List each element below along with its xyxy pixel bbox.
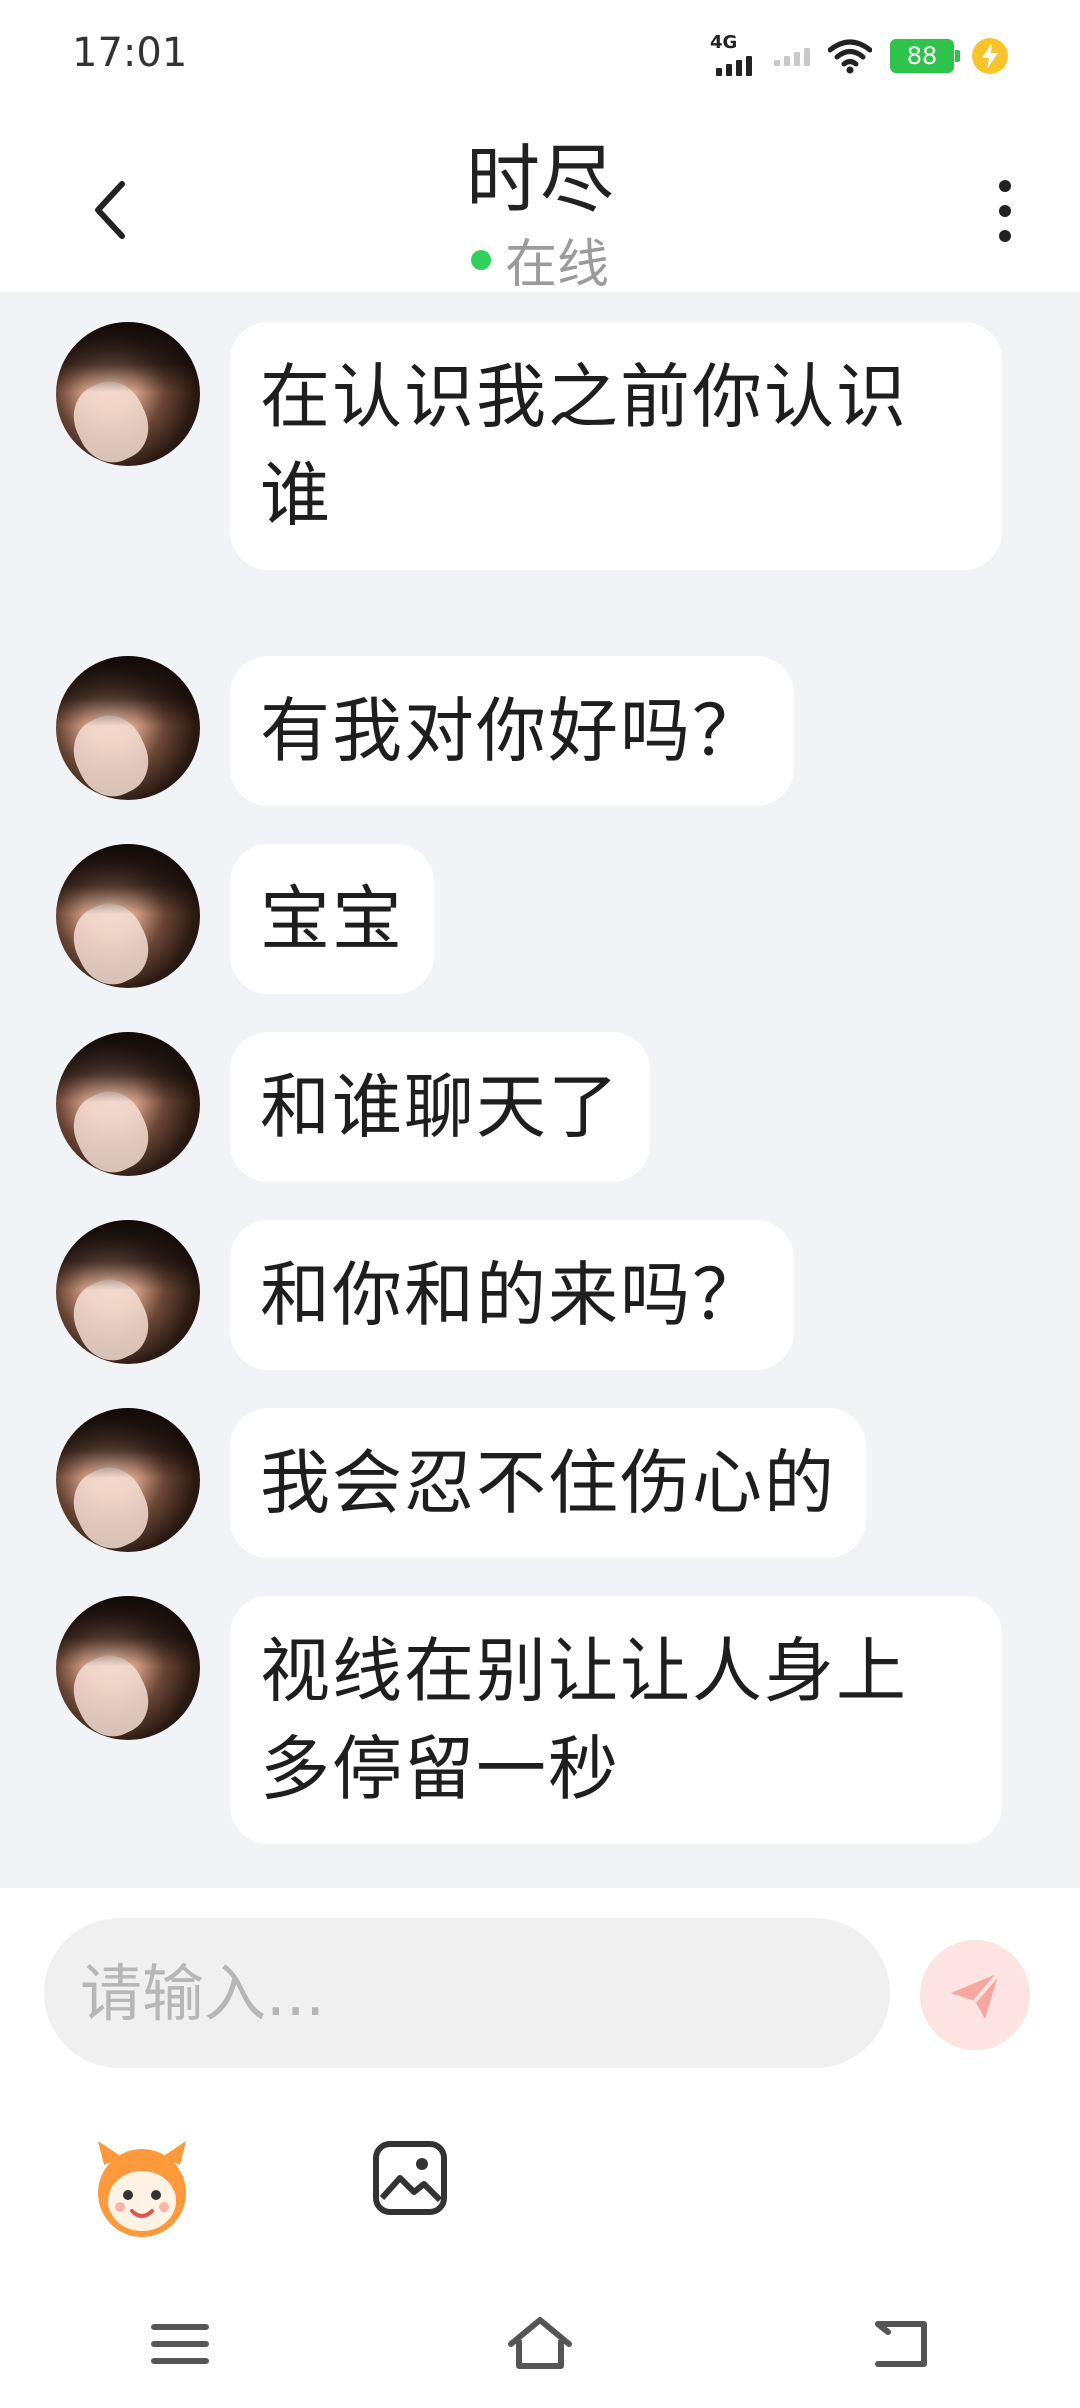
online-status: 在线 [0,222,1080,297]
message-bubble[interactable]: 宝宝 [230,844,434,994]
system-nav-bar [0,2280,1080,2408]
message-bubble[interactable]: 和你和的来吗？ [230,1220,794,1370]
message-item: 和你和的来吗？ [56,1220,794,1370]
more-vertical-icon [999,180,1011,192]
nav-home-button[interactable] [480,2294,600,2394]
avatar[interactable] [56,1596,200,1740]
cellular-secondary-icon [774,46,810,66]
status-bar: 17:01 4G 88 [0,0,1080,110]
emoji-button[interactable] [78,2126,206,2254]
chat-header: 时尽 在线 [0,110,1080,295]
avatar[interactable] [56,322,200,466]
chat-screen: 17:01 4G 88 时尽 在线 在认识我之前你认识谁 有我对你好吗？ 宝宝 … [0,0,1080,2408]
image-button[interactable] [360,2128,460,2228]
nav-back-button[interactable] [840,2294,960,2394]
message-bubble[interactable]: 和谁聊天了 [230,1032,650,1182]
status-icons: 4G 88 [710,32,1008,76]
message-item: 视线在别让让人身上多停留一秒 [56,1596,1002,1844]
avatar[interactable] [56,656,200,800]
avatar[interactable] [56,1220,200,1364]
message-bubble[interactable]: 我会忍不住伤心的 [230,1408,866,1558]
home-icon [508,2317,572,2369]
message-input[interactable] [44,1918,890,2068]
battery-icon: 88 [890,39,960,73]
avatar[interactable] [56,844,200,988]
status-time: 17:01 [72,30,188,76]
online-dot-icon [470,249,491,270]
charging-icon [972,38,1008,74]
message-bubble[interactable]: 有我对你好吗？ [230,656,794,806]
message-bubble[interactable]: 视线在别让让人身上多停留一秒 [230,1596,1002,1844]
more-options-button[interactable] [980,166,1030,256]
avatar[interactable] [56,1408,200,1552]
nav-menu-button[interactable] [120,2294,240,2394]
message-item: 在认识我之前你认识谁 [56,322,1002,570]
back-icon [875,2321,927,2367]
battery-level: 88 [906,42,938,70]
message-bubble[interactable]: 在认识我之前你认识谁 [230,322,1002,570]
image-icon [373,2141,447,2215]
network-type-label: 4G [710,32,738,53]
message-list[interactable]: 在认识我之前你认识谁 有我对你好吗？ 宝宝 和谁聊天了 和你和的来吗？ 我会忍不… [0,292,1080,1888]
send-button[interactable] [920,1940,1030,2050]
avatar[interactable] [56,1032,200,1176]
message-item: 和谁聊天了 [56,1032,650,1182]
message-item: 宝宝 [56,844,434,994]
wifi-icon [828,39,872,74]
cellular-4g-icon: 4G [710,32,756,76]
message-item: 有我对你好吗？ [56,656,794,806]
online-status-label: 在线 [504,235,609,295]
contact-name: 时尽 [466,137,614,223]
message-item: 我会忍不住伤心的 [56,1408,866,1558]
emoji-mascot-icon [98,2141,186,2237]
menu-icon [151,2324,209,2364]
send-icon [951,1971,1001,2019]
